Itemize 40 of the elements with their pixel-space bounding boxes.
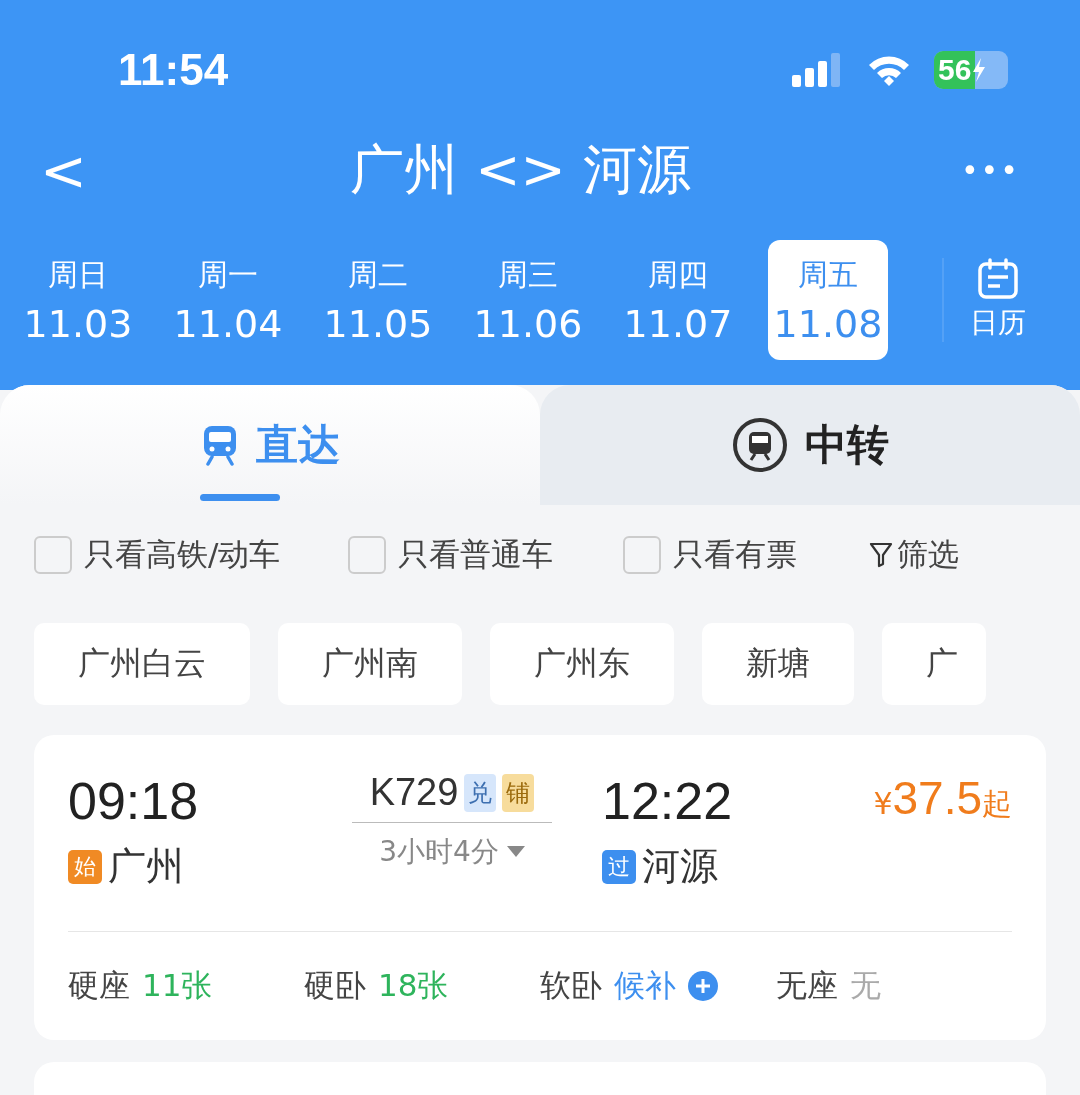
duration-toggle[interactable]: 3小时4分 xyxy=(379,833,525,871)
filter-icon xyxy=(869,542,894,568)
train-badge: 兑 xyxy=(464,773,497,812)
add-icon[interactable] xyxy=(688,971,718,1001)
seat-class: 硬卧 xyxy=(304,966,366,1005)
seat-class: 软卧 xyxy=(540,966,602,1005)
depart-station: 广州 xyxy=(108,843,184,890)
caret-icon xyxy=(506,846,525,858)
station-chip[interactable]: 广州白云 xyxy=(34,623,250,705)
depart-time: 09:18 xyxy=(68,771,200,831)
arrive-station: 河源 xyxy=(642,843,718,890)
station-chip[interactable]: 新塘 xyxy=(702,623,854,705)
seat-availability: 候补 xyxy=(614,966,676,1005)
battery-icon: 56 xyxy=(934,51,1008,89)
pass-tag: 过 xyxy=(602,849,636,884)
route-tab[interactable]: 中转 xyxy=(540,385,1080,505)
price-suffix: 起 xyxy=(982,785,1012,823)
origin-tag: 始 xyxy=(68,849,102,884)
transfer-train-icon xyxy=(731,416,789,474)
station-chip[interactable]: 广州东 xyxy=(490,623,674,705)
filter-checkbox[interactable]: 只看有票 xyxy=(623,534,798,576)
station-chip[interactable]: 广州南 xyxy=(278,623,462,705)
price-amount: 37.5 xyxy=(892,771,982,825)
seat-availability: 无 xyxy=(850,966,881,1005)
route-title: 广州 <> 河源 xyxy=(350,136,691,203)
train-number: K729 xyxy=(369,771,459,814)
calendar-icon xyxy=(976,258,1020,300)
seat-availability: 11张 xyxy=(142,966,213,1005)
status-time: 11:54 xyxy=(118,45,229,95)
station-chip[interactable]: 广 xyxy=(882,623,986,705)
train-card[interactable]: 09:18 始 广州 K729 兑 铺 3小时4分 12:22 过 河源 ¥37.5起 硬座 11张 硬卧 18张 软卧 候补 无座 无 xyxy=(34,735,1046,1040)
seat-availability: 18张 xyxy=(378,966,449,1005)
currency-sign: ¥ xyxy=(873,786,893,821)
filter-button[interactable]: 筛选 xyxy=(869,534,960,576)
train-badge: 铺 xyxy=(502,773,535,812)
arrive-time: 12:22 xyxy=(602,771,734,831)
filter-checkbox[interactable]: 只看普通车 xyxy=(348,534,554,576)
filter-checkbox[interactable]: 只看高铁/动车 xyxy=(34,534,281,576)
seat-class: 硬座 xyxy=(68,966,130,1005)
seat-class: 无座 xyxy=(776,966,838,1005)
